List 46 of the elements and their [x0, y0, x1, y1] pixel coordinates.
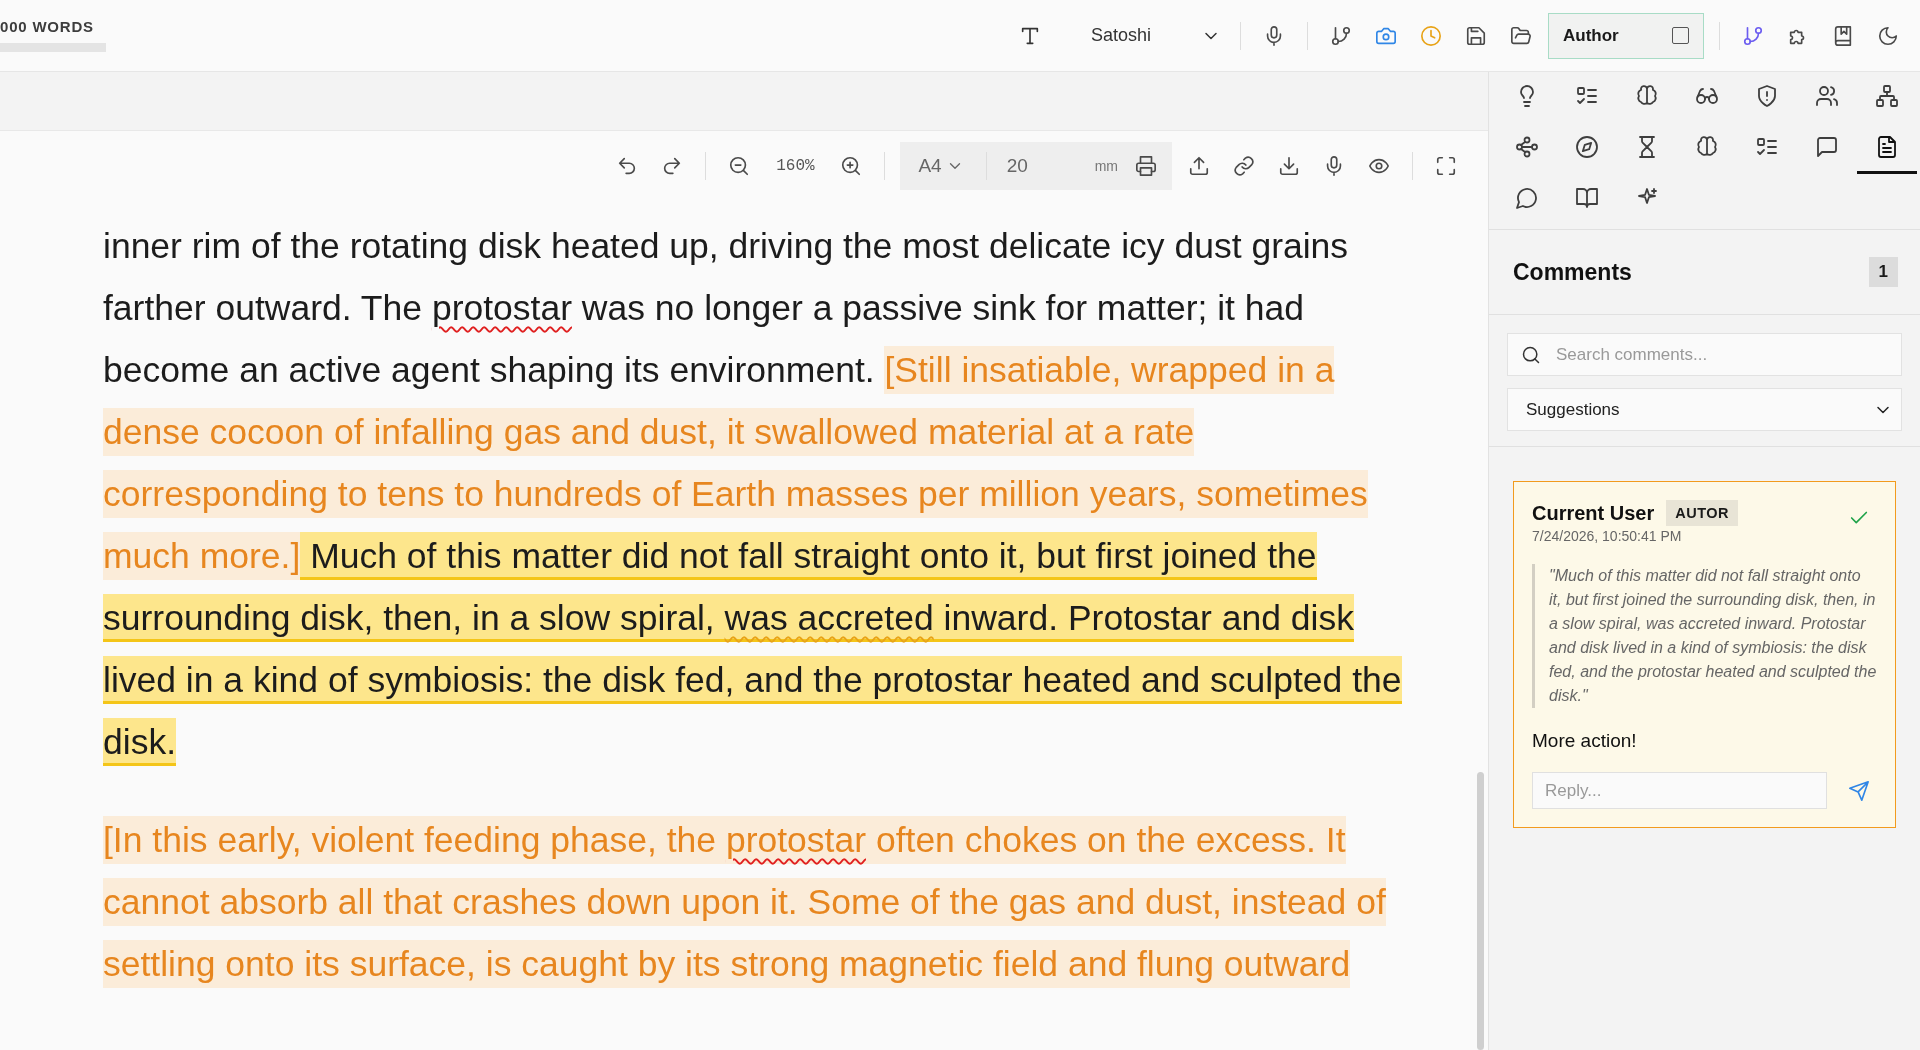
page-size-select[interactable]: A4 [908, 155, 974, 177]
word-count: 000 WORDS [0, 18, 95, 35]
comment-date: 7/24/2026, 10:50:41 PM [1532, 528, 1683, 544]
chat-bubble-icon [1515, 186, 1539, 210]
filter-select[interactable]: Suggestions [1507, 388, 1902, 431]
author-mode-toggle[interactable]: Author [1548, 12, 1704, 59]
zoom-in-icon [840, 155, 863, 177]
nodes-icon [1515, 135, 1539, 159]
book-icon [1575, 186, 1599, 210]
panel-title: Comments [1513, 258, 1632, 286]
comment-count: 1 [1868, 257, 1898, 287]
moon-icon [1877, 24, 1899, 47]
brain-icon [1635, 84, 1659, 108]
download-icon [1278, 155, 1300, 177]
comment-text: More action! [1532, 730, 1638, 752]
font-select[interactable]: Satoshi [1015, 15, 1225, 56]
scrollbar-thumb[interactable] [1477, 772, 1484, 1050]
print-icon [1135, 155, 1157, 177]
checkbox[interactable] [1672, 27, 1689, 44]
document-icon [1875, 135, 1899, 159]
clock-icon [1420, 24, 1442, 47]
folder-icon [1510, 24, 1532, 47]
compass-icon [1575, 135, 1599, 159]
save-icon [1465, 24, 1487, 47]
branch-icon [1742, 24, 1764, 47]
brain-icon [1695, 135, 1719, 159]
fullscreen-icon [1435, 155, 1457, 177]
upload-icon [1188, 155, 1210, 177]
margin-input[interactable]: 20 [998, 154, 1089, 178]
link-icon [1233, 155, 1255, 177]
send-icon [1848, 779, 1870, 802]
quoted-text: "Much of this matter did not fall straight onto it, but first joined the surrounding disk, then, in a slow spiral, was accreted inward. Protostar and disk lived in a kind of symbiosis: the disk fed, and the protostar heated and sculpted the disk." [1532, 564, 1877, 708]
search-field[interactable]: Search comments... [1507, 333, 1902, 376]
zoom-level: 160% [775, 157, 816, 175]
comment-author: Current User [1532, 501, 1655, 525]
role-badge: AUTOR [1666, 500, 1739, 526]
bookmark-book-icon [1832, 24, 1854, 47]
shield-alert-icon [1755, 84, 1779, 108]
paragraph: inner rim of the rotating disk heated up, driving the most delicate icy dust grains farther outward. The protostar was no longer a passive sink for matter; it had become an active agent shaping its environment. [Still insatiable, wrapped in a dense cocoon of infalling gas and dust, it swallowed material at a rate corresponding to tens to hundreds of Earth masses per million years, sometimes much more.] Much of this matter did not fall straight onto it, but first joined the surrounding disk, then, in a slow spiral, was accreted inward. Protostar and disk lived in a kind of symbiosis: the disk fed, and the protostar heated and sculpted the disk. [103, 215, 1403, 773]
hierarchy-icon [1875, 84, 1899, 108]
search-icon [1521, 345, 1541, 365]
users-icon [1815, 84, 1839, 108]
zoom-out-icon [728, 155, 751, 177]
reply-field[interactable]: Reply... [1532, 772, 1827, 809]
margin-unit: mm [1094, 158, 1118, 174]
branch-icon [1330, 24, 1352, 47]
